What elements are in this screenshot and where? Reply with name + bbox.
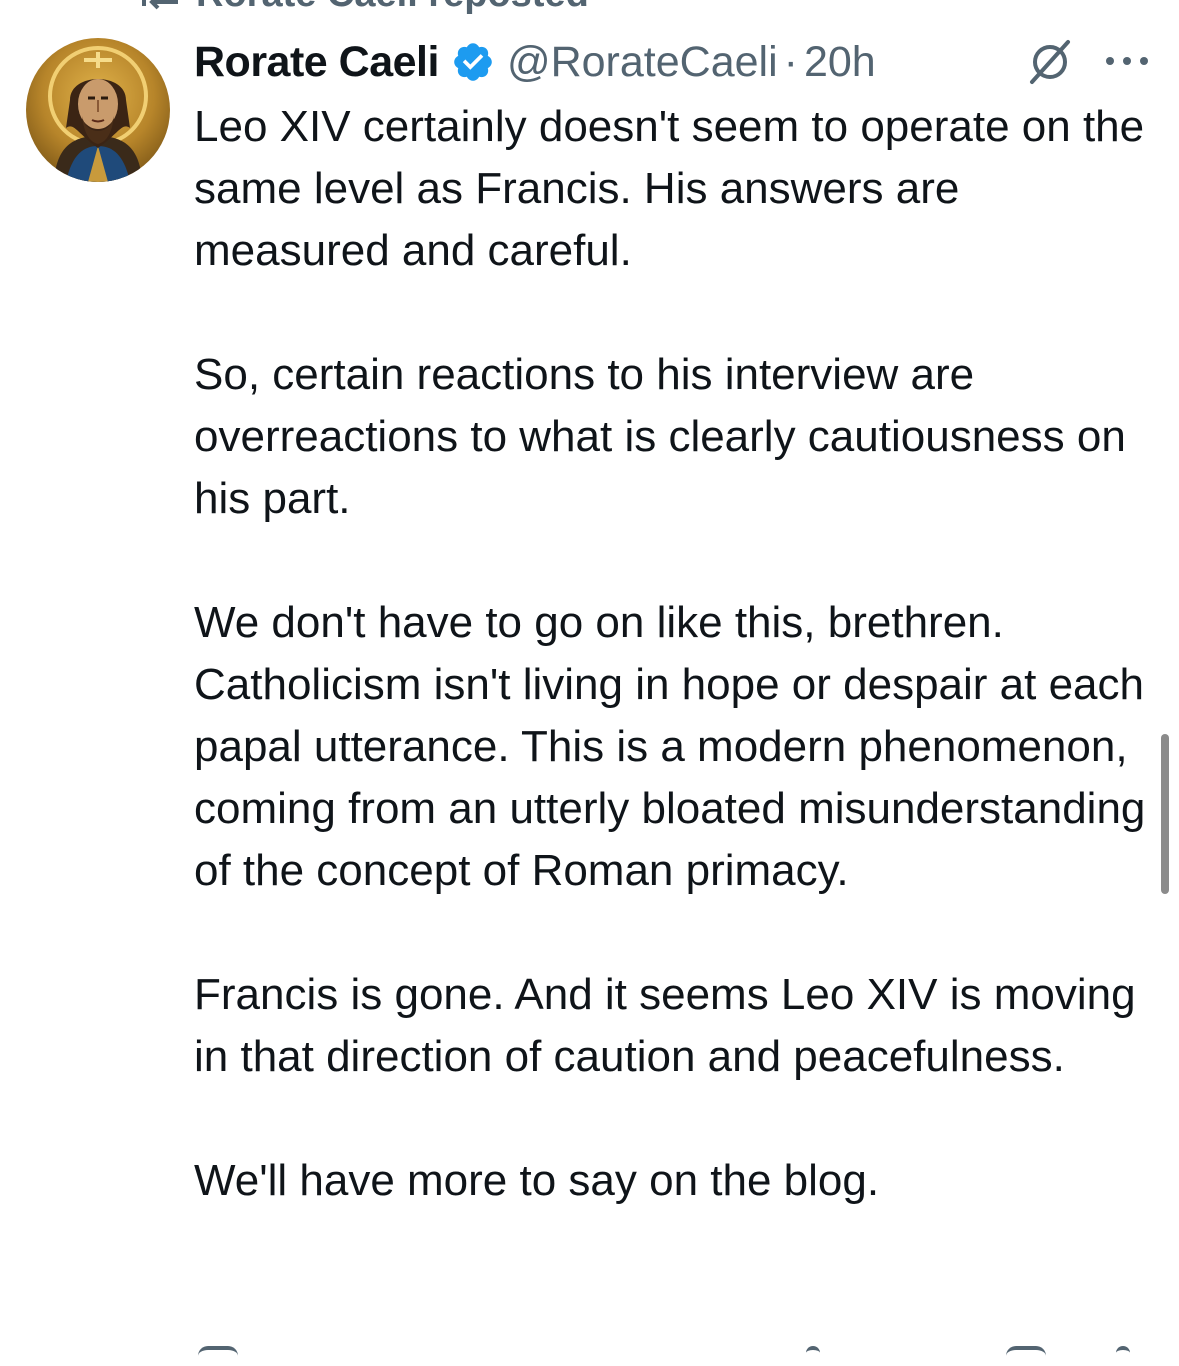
repost-header[interactable]: Rorate Caeli reposted: [140, 0, 589, 16]
tweet-paragraph: Francis is gone. And it seems Leo XIV is…: [194, 970, 1136, 1081]
tweet-action-bar: [194, 1346, 1154, 1366]
bookmark-icon[interactable]: [1006, 1346, 1046, 1358]
tweet-text: Leo XIV certainly doesn't seem to operat…: [194, 96, 1159, 1212]
separator-dot: ·: [783, 37, 798, 86]
tweet-header: Rorate Caeli @RorateCaeli · 20h: [194, 32, 1154, 92]
repost-icon: [140, 0, 180, 12]
analytics-icon[interactable]: [806, 1346, 820, 1358]
repost-label: Rorate Caeli reposted: [196, 0, 589, 16]
verified-badge-icon[interactable]: [451, 40, 495, 84]
more-icon[interactable]: [1102, 46, 1152, 76]
share-icon[interactable]: [1116, 1346, 1130, 1358]
tweet-paragraph: Leo XIV certainly doesn't seem to operat…: [194, 102, 1145, 275]
tweet-paragraph: We'll have more to say on the blog.: [194, 1156, 880, 1205]
tweet-paragraph: So, certain reactions to his interview a…: [194, 350, 1126, 523]
tweet-paragraph: We don't have to go on like this, brethr…: [194, 598, 1146, 895]
christ-pantocrator-avatar: [26, 38, 170, 182]
reply-icon[interactable]: [198, 1346, 238, 1358]
scrollbar[interactable]: [1161, 734, 1169, 894]
display-name[interactable]: Rorate Caeli: [194, 38, 439, 87]
grok-icon[interactable]: [1026, 36, 1074, 88]
handle[interactable]: @RorateCaeli: [507, 38, 778, 87]
avatar[interactable]: [26, 38, 170, 182]
timestamp[interactable]: 20h: [804, 38, 876, 87]
